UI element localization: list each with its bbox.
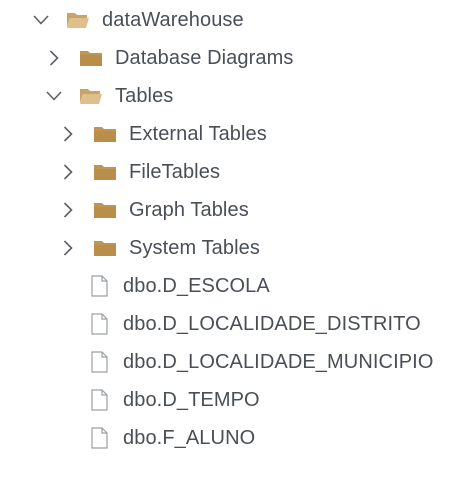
tree-node-table-item[interactable]: dbo.D_ESCOLA — [89, 267, 270, 305]
tree-node-label: Tables — [115, 85, 174, 107]
file-icon — [89, 313, 109, 335]
file-icon — [89, 427, 109, 449]
tree-node-label: dbo.D_LOCALIDADE_MUNICIPIO — [123, 351, 434, 373]
chevron-right-icon[interactable] — [57, 237, 79, 259]
chevron-down-icon[interactable] — [43, 85, 65, 107]
tree-node-label: External Tables — [129, 123, 267, 145]
tree-node-label: Graph Tables — [129, 199, 249, 221]
tree-node-table-item[interactable]: dbo.D_TEMPO — [89, 381, 260, 419]
folder-open-icon — [66, 9, 90, 31]
file-icon — [89, 275, 109, 297]
folder-icon — [79, 47, 103, 69]
tree-node-tables[interactable]: Tables — [43, 77, 173, 115]
tree-node-label: dataWarehouse — [102, 9, 244, 31]
tree-node-table-item[interactable]: dbo.F_ALUNO — [89, 419, 255, 457]
tree-node-graph-tables[interactable]: Graph Tables — [57, 191, 249, 229]
folder-icon — [93, 161, 117, 183]
tree-node-label: dbo.F_ALUNO — [123, 427, 256, 449]
tree-node-database-diagrams[interactable]: Database Diagrams — [43, 39, 293, 77]
tree-node-label: FileTables — [129, 161, 221, 183]
tree-node-table-item[interactable]: dbo.D_LOCALIDADE_DISTRITO — [89, 305, 421, 343]
folder-open-icon — [79, 85, 103, 107]
chevron-right-icon[interactable] — [57, 199, 79, 221]
chevron-right-icon[interactable] — [57, 123, 79, 145]
folder-icon — [93, 237, 117, 259]
file-icon — [89, 389, 109, 411]
chevron-right-icon[interactable] — [43, 47, 65, 69]
folder-icon — [93, 123, 117, 145]
folder-icon — [93, 199, 117, 221]
tree-node-label: System Tables — [129, 237, 260, 259]
tree-node-label: dbo.D_ESCOLA — [123, 275, 270, 297]
tree-node-filetables[interactable]: FileTables — [57, 153, 220, 191]
tree-node-system-tables[interactable]: System Tables — [57, 229, 260, 267]
tree-node-label: dbo.D_TEMPO — [123, 389, 260, 411]
chevron-right-icon[interactable] — [57, 161, 79, 183]
tree-node-table-item[interactable]: dbo.D_LOCALIDADE_MUNICIPIO — [89, 343, 433, 381]
object-explorer-tree: dataWarehouse Database Diagrams Tables E… — [0, 0, 459, 478]
file-icon — [89, 351, 109, 373]
tree-node-label: dbo.D_LOCALIDADE_DISTRITO — [123, 313, 421, 335]
tree-node-external-tables[interactable]: External Tables — [57, 115, 267, 153]
tree-node-datawarehouse[interactable]: dataWarehouse — [30, 1, 244, 39]
chevron-down-icon[interactable] — [30, 9, 52, 31]
tree-node-label: Database Diagrams — [115, 47, 294, 69]
